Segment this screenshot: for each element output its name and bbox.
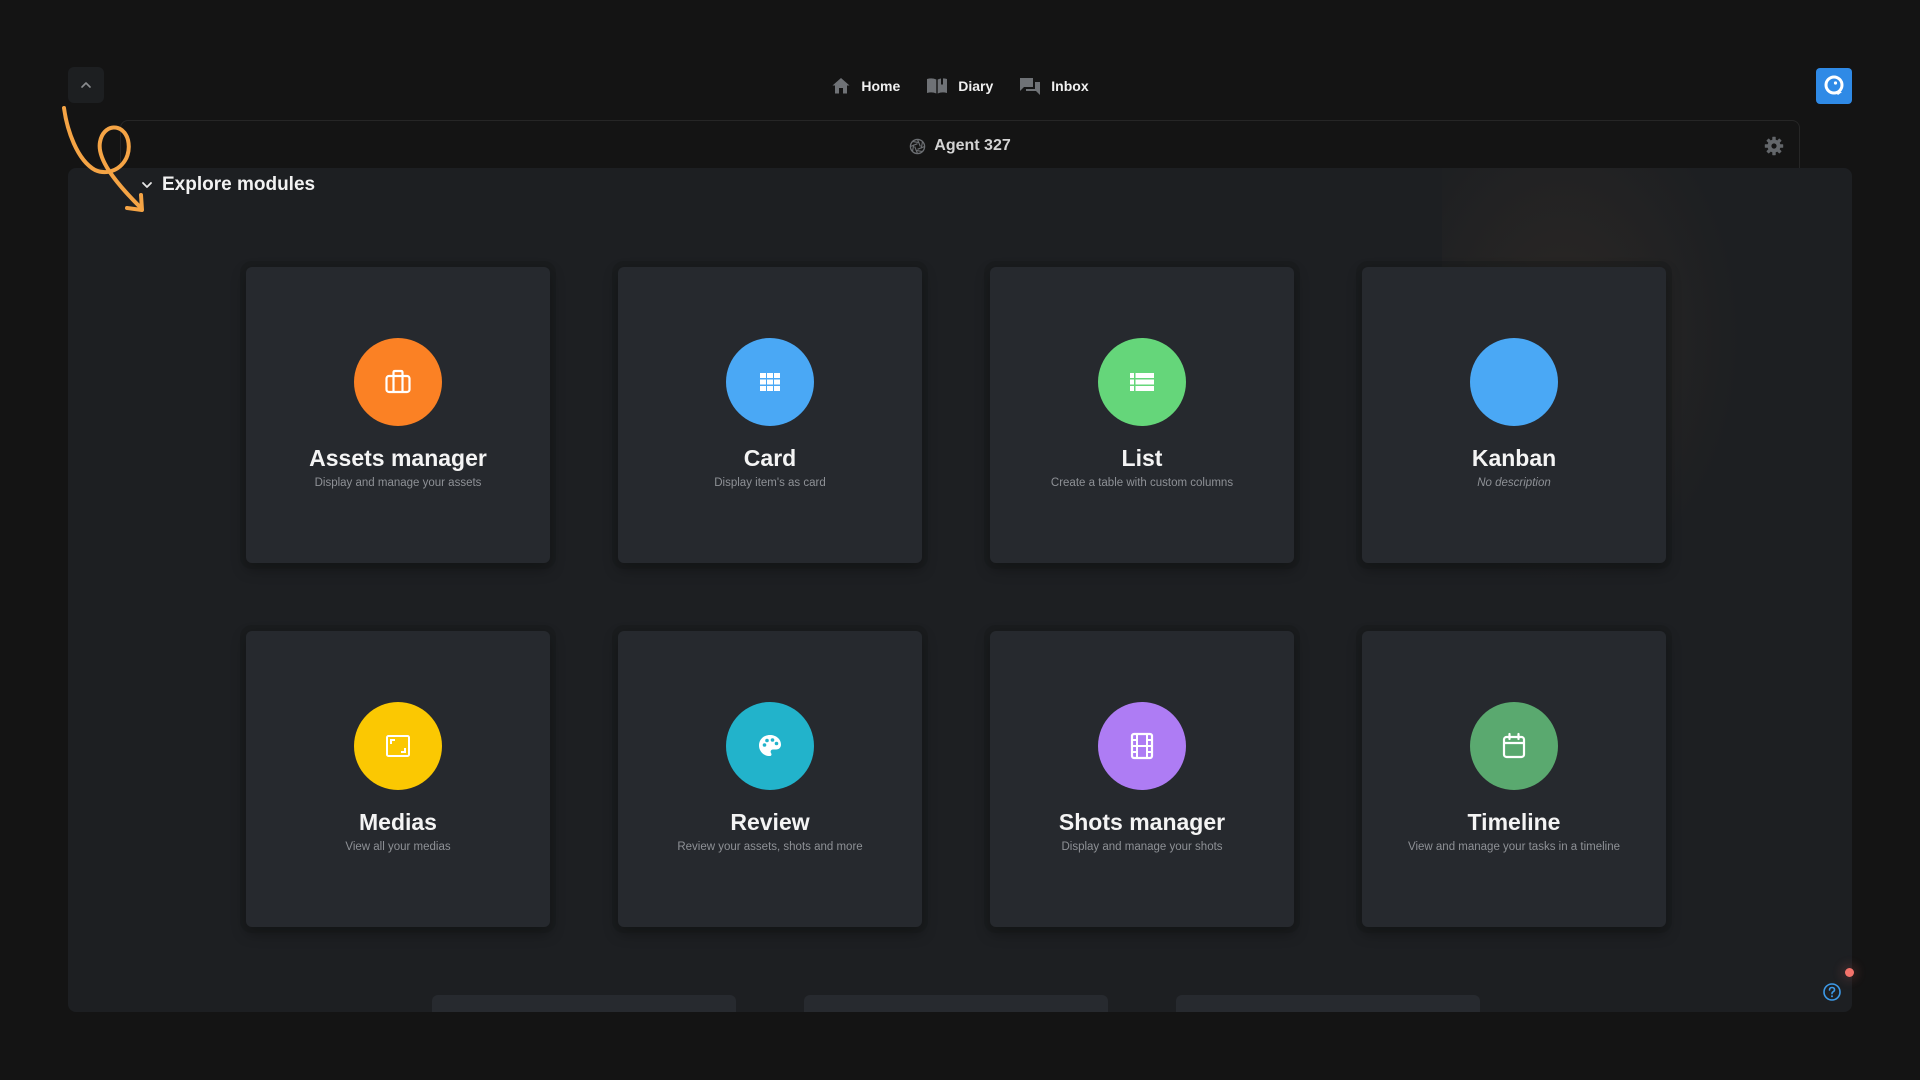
nav-item-diary[interactable]: Diary	[926, 76, 993, 96]
module-description: Display item's as card	[714, 477, 826, 489]
module-card-timeline[interactable]: Timeline View and manage your tasks in a…	[1362, 631, 1666, 927]
module-icon-circle	[726, 702, 814, 790]
module-icon-circle	[1098, 338, 1186, 426]
nav-item-home[interactable]: Home	[831, 76, 900, 96]
modules-panel: Explore modules Assets manager Display a…	[68, 168, 1852, 1012]
chevron-down-icon	[142, 182, 152, 188]
module-card-assets-manager[interactable]: Assets manager Display and manage your a…	[246, 267, 550, 563]
palette-icon	[759, 735, 781, 756]
image-frame-icon	[386, 735, 410, 757]
nav-item-label: Diary	[958, 78, 994, 94]
help-button[interactable]	[1820, 980, 1844, 1004]
top-nav: Home Diary Inbox	[0, 72, 1920, 100]
module-title: Timeline	[1467, 809, 1561, 835]
project-settings-button[interactable]	[1763, 135, 1785, 157]
module-title: Assets manager	[309, 445, 487, 471]
module-icon-circle	[1470, 702, 1558, 790]
module-card-list[interactable]: List Create a table with custom columns	[990, 267, 1294, 563]
module-icon-circle	[726, 338, 814, 426]
module-icon-circle	[1470, 338, 1558, 426]
module-description: View all your medias	[345, 841, 451, 853]
module-title: Card	[743, 445, 797, 471]
module-description: Create a table with custom columns	[1050, 477, 1234, 489]
module-description: Display and manage your shots	[1061, 841, 1223, 853]
help-circle-icon	[1823, 983, 1841, 1001]
module-icon-circle	[1098, 702, 1186, 790]
module-card-medias[interactable]: Medias View all your medias	[246, 631, 550, 927]
explore-modules-toggle[interactable]: Explore modules	[140, 168, 315, 202]
film-icon	[1130, 732, 1154, 760]
list-icon	[1130, 373, 1154, 391]
chat-icon	[1020, 78, 1041, 95]
calendar-icon	[1502, 732, 1526, 759]
module-title: Medias	[359, 809, 437, 835]
grid-icon	[760, 373, 780, 391]
nav-item-inbox[interactable]: Inbox	[1019, 76, 1089, 96]
module-card-partial[interactable]	[1176, 995, 1480, 1012]
project-name: Agent 327	[934, 137, 1011, 154]
home-icon	[832, 78, 850, 94]
module-title: Shots manager	[1058, 809, 1226, 835]
project-header: Agent 327	[120, 120, 1800, 170]
nav-item-label: Inbox	[1051, 78, 1089, 94]
module-title: List	[1121, 445, 1163, 471]
aperture-icon	[910, 138, 926, 154]
module-card-card[interactable]: Card Display item's as card	[618, 267, 922, 563]
module-description: Display and manage your assets	[314, 477, 482, 489]
module-card-shots-manager[interactable]: Shots manager Display and manage your sh…	[990, 631, 1294, 927]
module-description: No description	[1477, 477, 1551, 489]
project-title: Agent 327	[121, 121, 1799, 171]
book-open-icon	[927, 78, 948, 94]
module-icon-circle	[354, 702, 442, 790]
module-description: View and manage your tasks in a timeline	[1407, 841, 1620, 853]
brand-chat-button[interactable]	[1816, 68, 1852, 104]
notification-dot	[1845, 968, 1854, 977]
gear-icon	[1764, 136, 1784, 156]
module-card-partial[interactable]	[432, 995, 736, 1012]
module-card-partial[interactable]	[804, 995, 1108, 1012]
briefcase-icon	[385, 369, 411, 394]
section-title: Explore modules	[162, 174, 316, 195]
chat-bubble-logo-icon	[1824, 75, 1844, 95]
module-card-kanban[interactable]: Kanban No description	[1362, 267, 1666, 563]
module-title: Kanban	[1471, 445, 1557, 471]
module-description: Review your assets, shots and more	[677, 841, 863, 853]
module-card-review[interactable]: Review Review your assets, shots and mor…	[618, 631, 922, 927]
nav-item-label: Home	[861, 78, 901, 94]
module-title: Review	[730, 809, 810, 835]
module-icon-circle	[354, 338, 442, 426]
